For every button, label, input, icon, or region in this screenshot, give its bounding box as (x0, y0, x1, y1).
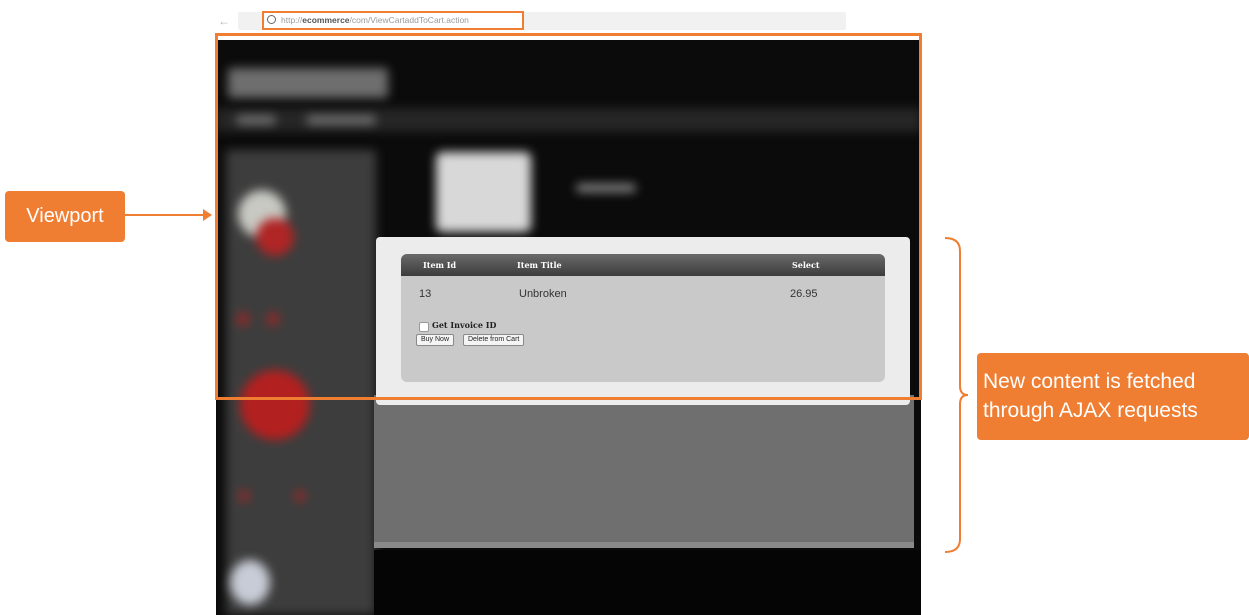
ajax-callout-line: New content is fetched (983, 370, 1196, 393)
curly-bracket-icon (944, 237, 969, 553)
site-info-icon[interactable] (267, 15, 276, 24)
url-host: ecommerce (302, 15, 350, 25)
url-text[interactable]: http://ecommerce/com/ViewCartaddToCart.a… (281, 13, 469, 27)
ajax-callout-line: through AJAX requests (983, 399, 1198, 422)
url-prefix: http:// (281, 15, 303, 25)
arrow-right-icon (203, 209, 212, 221)
back-icon[interactable]: ← (218, 14, 230, 28)
viewport-callout: Viewport (5, 191, 125, 242)
ajax-callout: New content is fetched through AJAX requ… (977, 353, 1249, 440)
footer-area (374, 550, 921, 615)
sidebar-dot (294, 490, 306, 502)
viewport-outline (215, 33, 922, 400)
footer-image (230, 560, 270, 605)
lower-divider (374, 542, 914, 548)
viewport-arrow-line (125, 214, 205, 216)
lower-content-area (374, 395, 914, 545)
sidebar-dot (238, 490, 250, 502)
url-path: /com/ViewCartaddToCart.action (349, 15, 469, 25)
